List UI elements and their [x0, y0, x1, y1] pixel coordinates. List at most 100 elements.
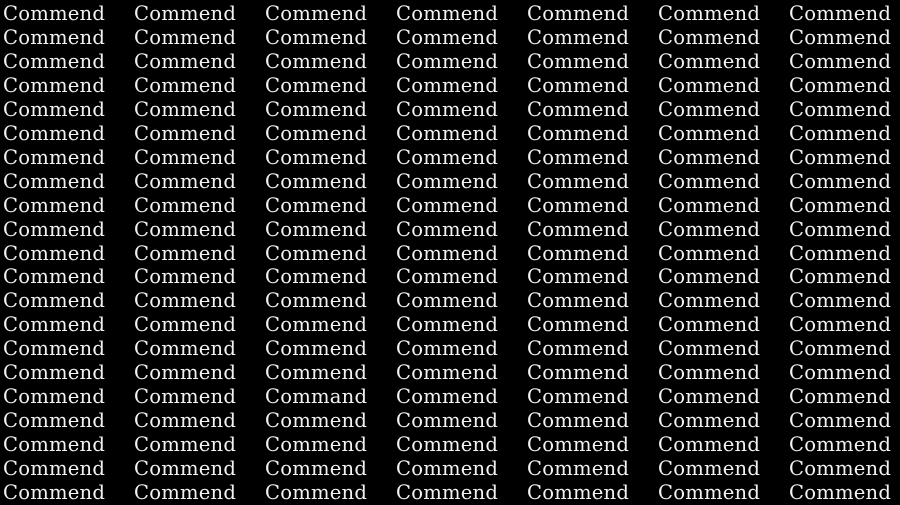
word-cell: Commend: [658, 216, 761, 241]
word-cell: Commend: [396, 168, 499, 193]
word-cell: Commend: [134, 384, 237, 409]
word-cell: Commend: [3, 168, 106, 193]
word-cell: Commend: [658, 480, 761, 504]
word-cell: Commend: [134, 96, 237, 121]
odd-word-cell: Command: [265, 384, 368, 409]
word-cell: Commend: [265, 192, 368, 217]
word-cell: Commend: [658, 48, 761, 73]
word-cell: Commend: [527, 288, 630, 313]
word-cell: Commend: [396, 216, 499, 241]
word-cell: Commend: [396, 96, 499, 121]
word-cell: Commend: [265, 408, 368, 433]
word-cell: Commend: [396, 240, 499, 265]
word-cell: Commend: [789, 192, 892, 217]
word-cell: Commend: [134, 264, 237, 289]
word-cell: Commend: [658, 96, 761, 121]
word-cell: Commend: [789, 120, 892, 145]
word-cell: Commend: [134, 408, 237, 433]
word-cell: Commend: [3, 216, 106, 241]
word-cell: Commend: [3, 432, 106, 457]
word-cell: Commend: [527, 312, 630, 337]
word-cell: Commend: [3, 96, 106, 121]
word-cell: Commend: [265, 168, 368, 193]
word-cell: Commend: [396, 336, 499, 361]
word-cell: Commend: [789, 168, 892, 193]
word-cell: Commend: [396, 384, 499, 409]
word-cell: Commend: [3, 384, 106, 409]
word-cell: Commend: [134, 1, 237, 25]
word-cell: Commend: [658, 264, 761, 289]
word-cell: Commend: [789, 264, 892, 289]
word-cell: Commend: [265, 240, 368, 265]
word-cell: Commend: [265, 456, 368, 481]
word-cell: Commend: [265, 288, 368, 313]
word-cell: Commend: [396, 120, 499, 145]
word-cell: Commend: [396, 432, 499, 457]
word-cell: Commend: [265, 48, 368, 73]
word-cell: Commend: [527, 1, 630, 25]
word-cell: Commend: [396, 456, 499, 481]
word-cell: Commend: [3, 1, 106, 25]
word-cell: Commend: [396, 24, 499, 49]
word-cell: Commend: [3, 480, 106, 504]
word-cell: Commend: [134, 312, 237, 337]
word-cell: Commend: [789, 432, 892, 457]
word-cell: Commend: [658, 288, 761, 313]
word-cell: Commend: [789, 48, 892, 73]
word-cell: Commend: [396, 72, 499, 97]
word-cell: Commend: [658, 360, 761, 385]
word-cell: Commend: [396, 1, 499, 25]
word-cell: Commend: [658, 24, 761, 49]
word-cell: Commend: [3, 360, 106, 385]
word-cell: Commend: [658, 168, 761, 193]
word-cell: Commend: [527, 120, 630, 145]
word-cell: Commend: [3, 192, 106, 217]
word-cell: Commend: [658, 384, 761, 409]
word-cell: Commend: [527, 24, 630, 49]
word-cell: Commend: [527, 384, 630, 409]
word-cell: Commend: [134, 144, 237, 169]
word-cell: Commend: [265, 264, 368, 289]
word-cell: Commend: [3, 312, 106, 337]
word-cell: Commend: [527, 48, 630, 73]
word-cell: Commend: [3, 240, 106, 265]
word-cell: Commend: [3, 288, 106, 313]
word-cell: Commend: [265, 216, 368, 241]
word-cell: Commend: [658, 192, 761, 217]
word-cell: Commend: [3, 120, 106, 145]
word-cell: Commend: [527, 336, 630, 361]
word-cell: Commend: [265, 360, 368, 385]
word-cell: Commend: [789, 384, 892, 409]
word-cell: Commend: [396, 360, 499, 385]
word-cell: Commend: [789, 456, 892, 481]
word-cell: Commend: [265, 312, 368, 337]
word-cell: Commend: [527, 456, 630, 481]
word-cell: Commend: [789, 312, 892, 337]
word-cell: Commend: [3, 48, 106, 73]
word-cell: Commend: [396, 408, 499, 433]
word-cell: Commend: [527, 144, 630, 169]
word-cell: Commend: [134, 192, 237, 217]
word-puzzle-grid: Commend Commend Commend Commend Commend Comme…: [0, 0, 900, 505]
word-cell: Commend: [134, 288, 237, 313]
word-cell: Commend: [134, 120, 237, 145]
word-cell: Commend: [265, 144, 368, 169]
word-cell: Commend: [134, 72, 237, 97]
word-cell: Commend: [789, 360, 892, 385]
word-cell: Commend: [134, 336, 237, 361]
word-cell: Commend: [3, 144, 106, 169]
word-cell: Commend: [265, 72, 368, 97]
word-cell: Commend: [789, 336, 892, 361]
word-cell: Commend: [134, 480, 237, 504]
word-cell: Commend: [527, 480, 630, 504]
word-cell: Commend: [789, 72, 892, 97]
word-cell: Commend: [3, 336, 106, 361]
word-cell: Commend: [789, 408, 892, 433]
word-cell: Commend: [265, 432, 368, 457]
word-cell: Commend: [265, 96, 368, 121]
word-cell: Commend: [527, 192, 630, 217]
word-cell: Commend: [527, 408, 630, 433]
word-cell: Commend: [134, 24, 237, 49]
word-cell: Commend: [789, 240, 892, 265]
word-cell: Commend: [789, 96, 892, 121]
